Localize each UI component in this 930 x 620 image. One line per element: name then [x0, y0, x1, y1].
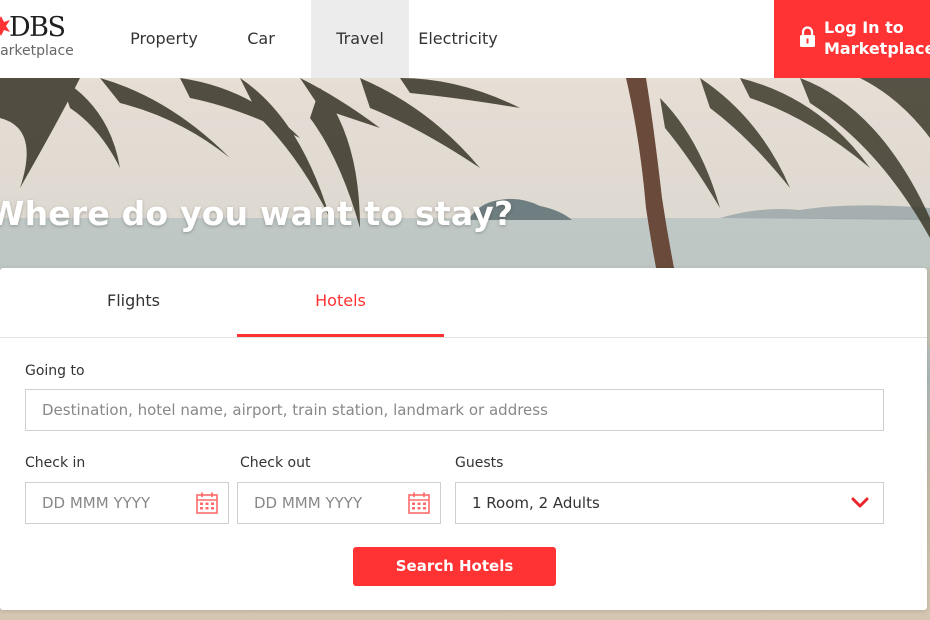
chevron-down-icon: [851, 497, 869, 508]
calendar-icon[interactable]: [408, 492, 430, 514]
nav-item-property[interactable]: Property: [112, 0, 216, 78]
tab-hotels[interactable]: Hotels: [237, 268, 444, 338]
hotel-search-card: Flights Hotels Going to Check in Check o…: [0, 268, 927, 610]
top-header: DBS Marketplace Property Car Travel Elec…: [0, 0, 930, 78]
going-to-label: Going to: [25, 363, 85, 379]
check-in-label: Check in: [25, 455, 86, 471]
login-button[interactable]: Log In to Marketplace: [774, 0, 930, 78]
check-out-label: Check out: [240, 455, 311, 471]
guests-select[interactable]: 1 Room, 2 Adults: [455, 482, 884, 524]
tab-divider: [0, 337, 927, 338]
hero-title: Where do you want to stay?: [0, 194, 514, 233]
brand-name: DBS: [9, 12, 66, 43]
login-label-line2: Marketplace: [824, 39, 930, 58]
check-out-field: [237, 482, 441, 524]
calendar-icon[interactable]: [196, 492, 218, 514]
login-label: Log In to Marketplace: [824, 17, 930, 59]
nav-item-car[interactable]: Car: [226, 0, 296, 78]
check-in-field: [25, 482, 229, 524]
destination-input[interactable]: [26, 390, 883, 430]
dbs-logo[interactable]: DBS Marketplace: [0, 12, 82, 62]
tab-flights[interactable]: Flights: [30, 268, 237, 338]
login-label-line1: Log In to: [824, 18, 904, 37]
nav-item-travel[interactable]: Travel: [311, 0, 409, 78]
guests-value: 1 Room, 2 Adults: [472, 494, 600, 512]
search-hotels-button[interactable]: Search Hotels: [353, 547, 556, 586]
going-to-field: [25, 389, 884, 431]
nav-item-electricity[interactable]: Electricity: [410, 0, 506, 78]
lock-icon: [800, 26, 815, 47]
guests-label: Guests: [455, 455, 504, 471]
brand-subtitle: Marketplace: [0, 43, 74, 59]
